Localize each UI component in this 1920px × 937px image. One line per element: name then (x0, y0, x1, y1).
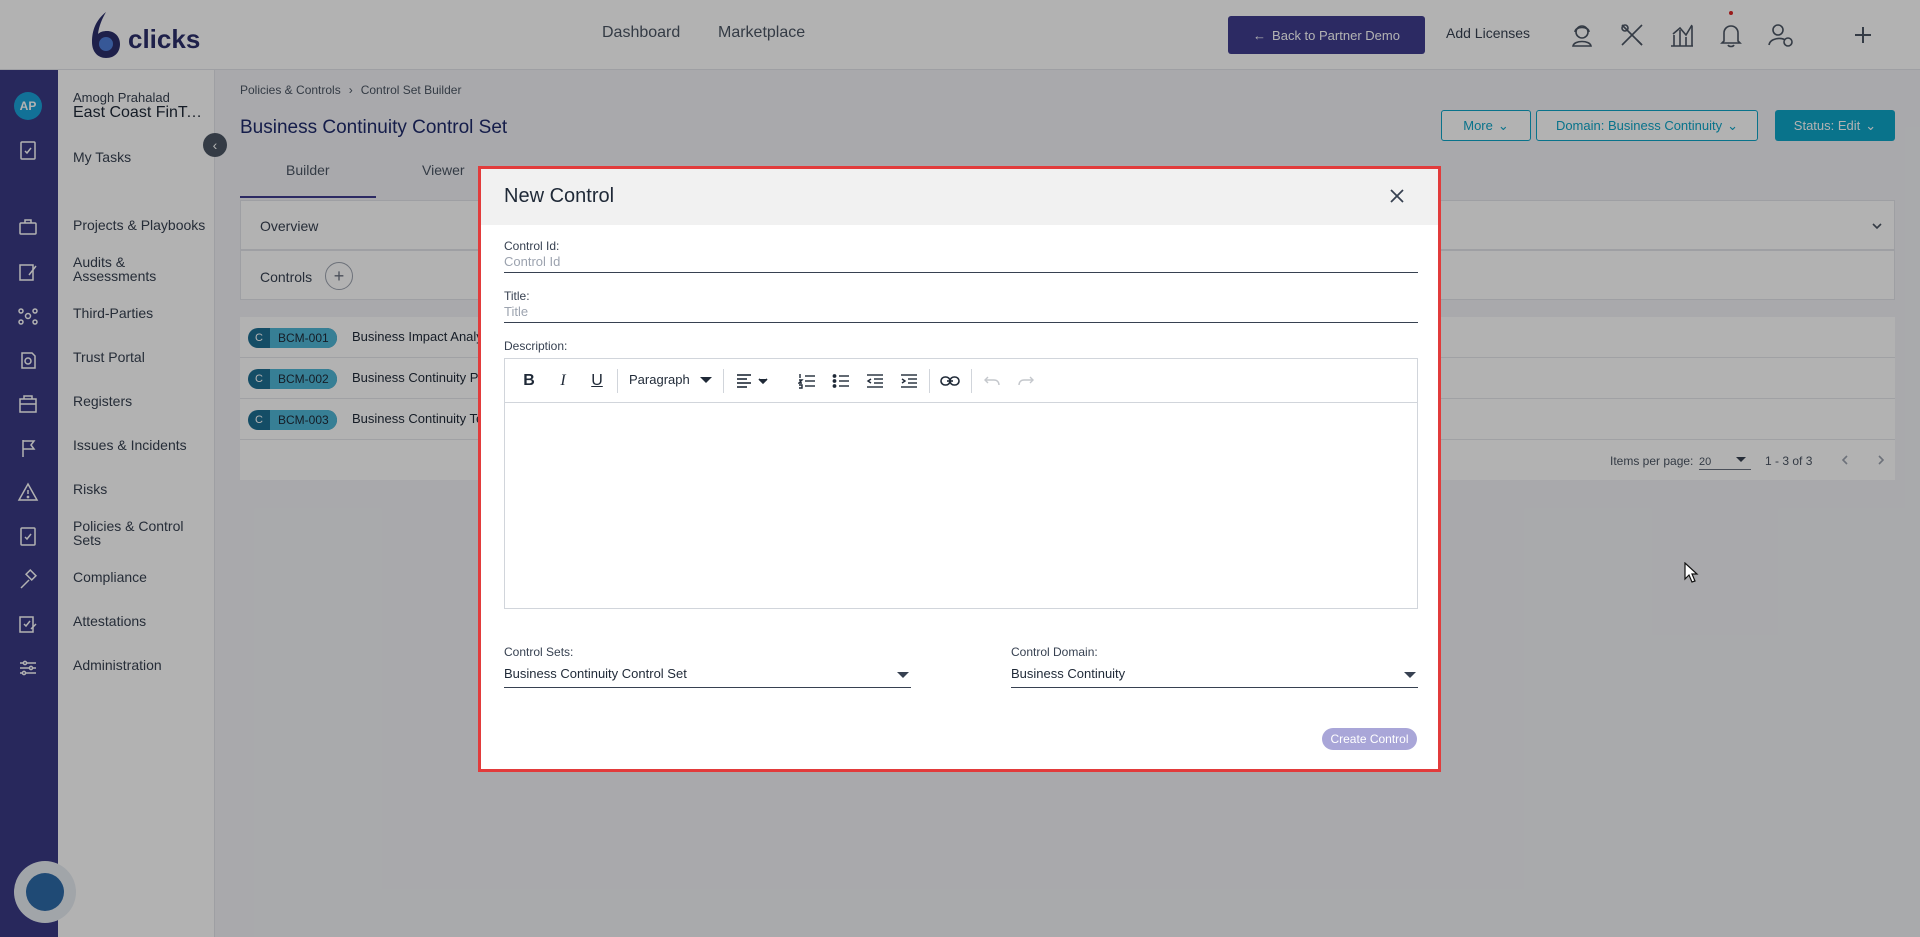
redo-icon (1018, 376, 1034, 386)
italic-button[interactable]: I (551, 370, 575, 392)
indent-icon (901, 374, 917, 388)
align-left-icon (737, 374, 768, 388)
outdent-button[interactable] (863, 370, 887, 392)
bold-button[interactable]: B (517, 370, 541, 392)
undo-icon (984, 376, 1000, 386)
bullet-list-icon (832, 374, 849, 388)
caret-down-icon (1404, 672, 1416, 678)
description-text-area[interactable] (505, 403, 1417, 608)
toolbar-divider (723, 369, 724, 393)
control-sets-value: Business Continuity Control Set (504, 666, 687, 681)
outdent-icon (866, 374, 883, 388)
redo-button[interactable] (1014, 370, 1038, 392)
numbered-list-button[interactable] (795, 370, 819, 392)
paragraph-label: Paragraph (629, 372, 690, 387)
toolbar-divider (971, 369, 972, 393)
mouse-cursor-icon (1684, 562, 1699, 583)
new-control-dialog: New Control Control Id: Title: Descripti… (478, 166, 1441, 772)
link-icon (940, 376, 960, 386)
bullet-list-button[interactable] (829, 370, 853, 392)
toolbar-divider (617, 369, 618, 393)
toolbar-divider (929, 369, 930, 393)
description-editor: B I U Paragraph (504, 358, 1418, 609)
caret-down-icon (699, 376, 712, 383)
undo-button[interactable] (980, 370, 1004, 392)
align-button[interactable] (733, 370, 773, 392)
underline-button[interactable]: U (585, 370, 609, 392)
paragraph-format-select[interactable]: Paragraph (629, 372, 712, 387)
control-sets-select[interactable]: Business Continuity Control Set (504, 666, 911, 688)
caret-down-icon (897, 672, 909, 678)
close-icon[interactable] (1386, 185, 1408, 207)
description-label: Description: (504, 339, 568, 353)
title-input[interactable] (504, 301, 1418, 323)
control-domain-value: Business Continuity (1011, 666, 1126, 681)
dialog-title: New Control (504, 185, 615, 207)
control-id-input[interactable] (504, 251, 1418, 273)
control-sets-label: Control Sets: (504, 645, 574, 659)
indent-button[interactable] (897, 370, 921, 392)
control-domain-select[interactable]: Business Continuity (1011, 666, 1418, 688)
control-domain-label: Control Domain: (1011, 645, 1098, 659)
numbered-list-icon (798, 374, 815, 389)
create-control-button[interactable]: Create Control (1322, 728, 1417, 750)
link-button[interactable] (938, 370, 962, 392)
dialog-header: New Control (481, 169, 1438, 225)
editor-toolbar: B I U Paragraph (505, 359, 1417, 403)
